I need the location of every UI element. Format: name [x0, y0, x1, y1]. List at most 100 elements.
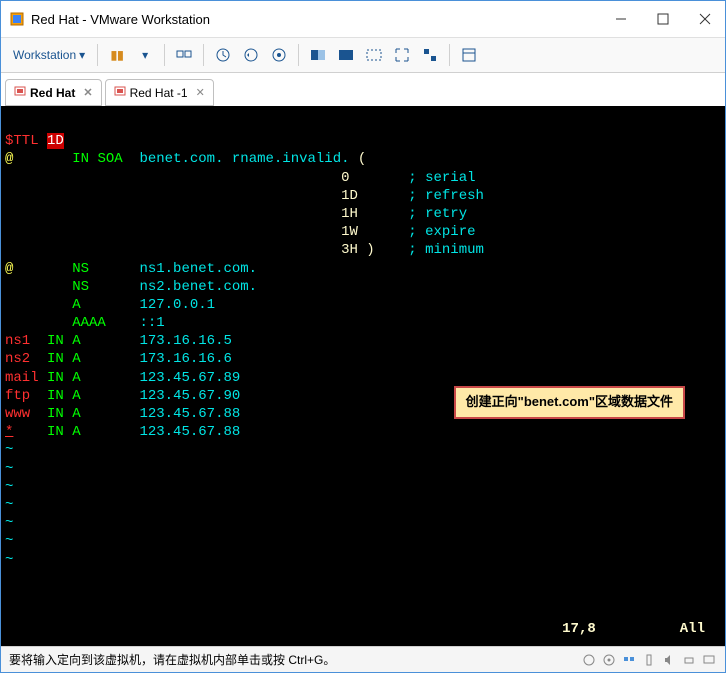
rec-in: IN: [47, 370, 64, 386]
cursor-position: 17,8: [562, 621, 596, 637]
soa-paren: (: [358, 151, 366, 167]
sound-icon[interactable]: [661, 652, 677, 668]
statusbar-hint: 要将输入定向到该虚拟机，请在虚拟机内部单击或按 Ctrl+G。: [9, 651, 335, 668]
tilde: ~: [5, 461, 13, 477]
separator: [298, 44, 299, 66]
tab-close-icon[interactable]: ✕: [83, 86, 92, 99]
terminal-console[interactable]: $TTL 1D @ IN SOA benet.com. rname.invali…: [1, 106, 725, 646]
chevron-down-icon: ▾: [79, 48, 85, 62]
network-icon[interactable]: [621, 652, 637, 668]
rec-data: 173.16.16.5: [139, 333, 231, 349]
rec-type: A: [72, 297, 80, 313]
separator: [203, 44, 204, 66]
rec-type: A: [72, 388, 80, 404]
tab-label: Red Hat: [30, 86, 75, 100]
view-mode: All: [680, 621, 705, 637]
tab-vm-icon: [114, 85, 126, 100]
soa-serial: 0: [341, 170, 349, 186]
rec-data: 173.16.16.6: [139, 351, 231, 367]
tab-redhat-1[interactable]: Red Hat -1 ✕: [105, 79, 214, 106]
soa-retry-comment: ; retry: [408, 206, 467, 222]
rec-in: IN: [47, 424, 64, 440]
rec-data: ns2.benet.com.: [139, 279, 257, 295]
soa-refresh: 1D: [341, 188, 358, 204]
statusbar: 要将输入定向到该虚拟机，请在虚拟机内部单击或按 Ctrl+G。: [1, 646, 725, 672]
view-thumbnail-button[interactable]: [333, 42, 359, 68]
tilde: ~: [5, 497, 13, 513]
soa-owner: @: [5, 151, 13, 167]
rec-owner: mail: [5, 370, 39, 386]
separator: [164, 44, 165, 66]
close-button[interactable]: [693, 7, 717, 31]
snapshot-button[interactable]: [210, 42, 236, 68]
tab-bar: Red Hat ✕ Red Hat -1 ✕: [1, 73, 725, 106]
tilde: ~: [5, 442, 13, 458]
tab-redhat[interactable]: Red Hat ✕: [5, 79, 102, 106]
rec-data: 123.45.67.89: [139, 370, 240, 386]
window-title: Red Hat - VMware Workstation: [31, 12, 609, 27]
rec-data: ::1: [139, 315, 164, 331]
soa-in: IN: [72, 151, 89, 167]
ttl-directive: $TTL: [5, 133, 39, 149]
power-dropdown-button[interactable]: ▾: [132, 42, 158, 68]
disk-icon[interactable]: [581, 652, 597, 668]
tilde: ~: [5, 533, 13, 549]
library-button[interactable]: [456, 42, 482, 68]
tab-vm-icon: [14, 85, 26, 100]
titlebar: Red Hat - VMware Workstation: [1, 1, 725, 38]
printer-icon[interactable]: [681, 652, 697, 668]
rec-data: 123.45.67.90: [139, 388, 240, 404]
soa-minimum: 3H ): [341, 242, 375, 258]
rec-type: A: [72, 406, 80, 422]
unity-button[interactable]: [417, 42, 443, 68]
workstation-menu[interactable]: Workstation ▾: [7, 44, 91, 66]
usb-icon[interactable]: [641, 652, 657, 668]
rec-data: 123.45.67.88: [139, 424, 240, 440]
soa-serial-comment: ; serial: [408, 170, 475, 186]
tab-close-icon[interactable]: ✕: [196, 86, 205, 99]
tilde: ~: [5, 515, 13, 531]
separator: [449, 44, 450, 66]
rec-in: IN: [47, 351, 64, 367]
rec-type: A: [72, 333, 80, 349]
ttl-value: 1D: [47, 133, 64, 149]
app-icon: [9, 11, 25, 27]
revert-snapshot-button[interactable]: [238, 42, 264, 68]
rec-type: A: [72, 424, 80, 440]
rec-data: 127.0.0.1: [139, 297, 215, 313]
manage-snapshot-button[interactable]: [266, 42, 292, 68]
rec-type: NS: [72, 279, 89, 295]
pause-button[interactable]: ▮▮: [104, 42, 130, 68]
separator: [97, 44, 98, 66]
rec-type: AAAA: [72, 315, 106, 331]
fullscreen-button[interactable]: [389, 42, 415, 68]
rec-data: ns1.benet.com.: [139, 261, 257, 277]
rec-owner: ftp: [5, 388, 30, 404]
soa-retry: 1H: [341, 206, 358, 222]
cd-icon[interactable]: [601, 652, 617, 668]
view-stretch-button[interactable]: [361, 42, 387, 68]
rec-owner: ns1: [5, 333, 30, 349]
maximize-button[interactable]: [651, 7, 675, 31]
rec-type: NS: [72, 261, 89, 277]
workstation-menu-label: Workstation: [13, 48, 76, 62]
toolbar: Workstation ▾ ▮▮ ▾: [1, 38, 725, 73]
rec-type: A: [72, 351, 80, 367]
soa-domain: benet.com.: [139, 151, 223, 167]
tab-label: Red Hat -1: [130, 86, 188, 100]
rec-owner: www: [5, 406, 30, 422]
rec-in: IN: [47, 406, 64, 422]
annotation-callout: 创建正向"benet.com"区域数据文件: [454, 386, 685, 419]
view-console-button[interactable]: [305, 42, 331, 68]
soa-rname: rname.invalid.: [232, 151, 350, 167]
soa-expire: 1W: [341, 224, 358, 240]
rec-data: 123.45.67.88: [139, 406, 240, 422]
rec-owner: *: [5, 424, 13, 440]
minimize-button[interactable]: [609, 7, 633, 31]
tilde: ~: [5, 479, 13, 495]
rec-owner: ns2: [5, 351, 30, 367]
soa-refresh-comment: ; refresh: [408, 188, 484, 204]
send-keys-button[interactable]: [171, 42, 197, 68]
chevron-down-icon: ▾: [142, 48, 148, 62]
display-icon[interactable]: [701, 652, 717, 668]
